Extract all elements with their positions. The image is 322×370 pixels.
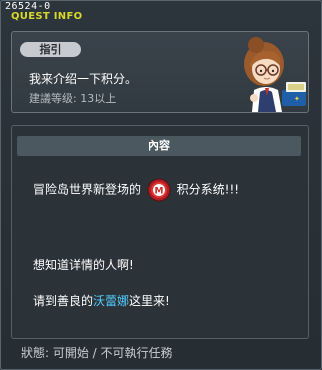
maple-point-coin-icon: M <box>147 178 171 202</box>
npc-portrait-icon: ✦ <box>244 37 306 112</box>
content-line-2: 想知道详情的人啊! <box>33 258 134 272</box>
guide-panel: 指引 我来介绍一下积分。 建議等级: 13以上 ✦ <box>11 31 309 113</box>
content-line-1-end: 积分系统!!! <box>176 182 240 197</box>
npc-name-link[interactable]: 沃蕾娜 <box>93 294 129 308</box>
guide-tag: 指引 <box>20 42 81 57</box>
content-line-3: 请到善良的沃蕾娜这里来! <box>33 292 170 309</box>
svg-text:✦: ✦ <box>294 95 300 103</box>
content-line-1-start: 冒险岛世界新登场的 <box>33 182 142 197</box>
window-title: QUEST INFO <box>11 11 83 22</box>
svg-text:M: M <box>154 187 163 197</box>
guide-text: 我来介绍一下积分。 <box>29 72 138 86</box>
content-header: 內容 <box>17 136 301 156</box>
quest-info-window: 26524-0 QUEST INFO 指引 我来介绍一下积分。 建議等级: 13… <box>0 0 322 370</box>
content-line-3-start: 请到善良的 <box>33 294 94 308</box>
level-requirement: 建議等级: 13以上 <box>29 92 117 105</box>
content-line-1: 冒险岛世界新登场的 M 积分系统!!! <box>33 178 239 202</box>
content-panel: 內容 冒险岛世界新登场的 M 积分系统!!! 想知道详情的人啊! 请到善良的沃蕾… <box>11 125 309 339</box>
content-line-3-end: 这里来! <box>129 294 170 308</box>
quest-status: 狀態: 可開始 / 不可執行任務 <box>21 346 173 360</box>
